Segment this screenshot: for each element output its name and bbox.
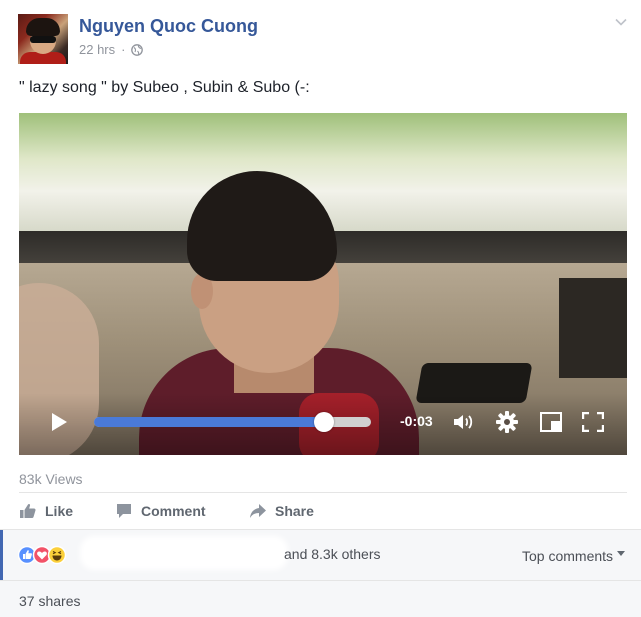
reactions-accent — [0, 530, 3, 580]
shares-bar: 37 shares — [0, 580, 641, 617]
play-icon[interactable] — [49, 412, 69, 432]
author-name[interactable]: Nguyen Quoc Cuong — [79, 16, 258, 37]
reaction-icons[interactable] — [18, 545, 78, 565]
globe-icon[interactable] — [131, 43, 144, 56]
post-card: Nguyen Quoc Cuong 22 hrs · " lazy song "… — [0, 0, 641, 617]
avatar[interactable] — [18, 14, 68, 64]
post-timestamp[interactable]: 22 hrs — [79, 42, 115, 57]
comment-sort-label: Top comments — [522, 548, 614, 564]
redacted-names — [86, 542, 282, 564]
video-progress — [94, 417, 324, 427]
video-scrubber[interactable] — [94, 412, 371, 432]
haha-reaction-icon — [47, 545, 67, 565]
dot-separator: · — [121, 42, 126, 57]
post-caption: " lazy song " by Subeo , Subin & Subo (-… — [19, 79, 310, 96]
reactions-bar: and 8.3k others Top comments — [0, 529, 641, 580]
divider — [19, 492, 627, 493]
view-count: 83k Views — [19, 471, 83, 487]
thumbs-up-icon — [20, 504, 36, 518]
like-button[interactable]: Like — [19, 502, 73, 520]
video-door-panel — [559, 278, 627, 378]
comment-button[interactable]: Comment — [115, 502, 206, 520]
comment-sort-dropdown[interactable]: Top comments — [522, 548, 626, 564]
caret-down-icon — [617, 550, 626, 556]
post-meta: 22 hrs · — [79, 42, 144, 57]
volume-icon[interactable] — [452, 412, 474, 432]
time-remaining: -0:03 — [400, 413, 433, 429]
comment-icon — [117, 504, 131, 518]
avatar-hair — [26, 18, 60, 36]
chevron-down-icon[interactable] — [613, 14, 629, 30]
gear-icon[interactable] — [496, 411, 518, 433]
scrubber-handle[interactable] — [313, 412, 334, 432]
reaction-count[interactable]: and 8.3k others — [284, 546, 381, 562]
share-label: Share — [275, 503, 314, 519]
share-button[interactable]: Share — [249, 502, 314, 520]
mini-player-icon[interactable] — [540, 412, 562, 432]
fullscreen-icon[interactable] — [582, 412, 604, 432]
avatar-sunglasses — [30, 36, 56, 43]
comment-label: Comment — [141, 503, 206, 519]
video-player[interactable]: -0:03 — [19, 113, 627, 455]
share-arrow-icon — [250, 504, 266, 518]
like-label: Like — [45, 503, 74, 519]
share-count[interactable]: 37 shares — [19, 593, 80, 609]
